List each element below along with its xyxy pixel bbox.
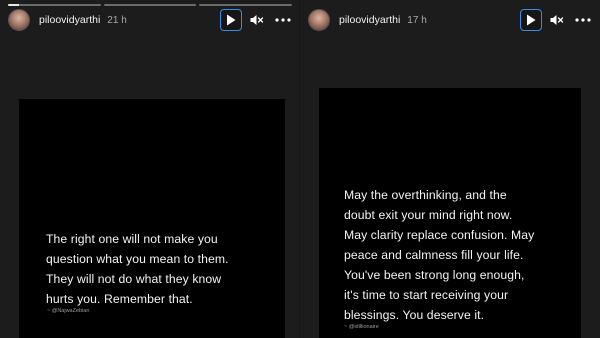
quote-line: May clarity replace confusion. May [344,228,535,242]
quote-text: May the overthinking, and the doubt exit… [344,185,576,325]
timestamp: 21 h [107,14,127,26]
more-horizontal-icon [575,18,591,22]
quote-line: doubt exit your mind right now. [344,208,513,222]
story-header: piloovidyarthi 17 h [308,8,594,32]
quote-line: question what you mean to them. [46,252,229,266]
story-panel-left[interactable]: piloovidyarthi 21 h The right one will n… [0,0,300,338]
progress-segment [8,4,101,6]
more-options-button[interactable] [272,9,294,31]
quote-text: The right one will not make you question… [46,229,276,309]
quote-credit: ~ @NajwaZebian [47,308,90,314]
more-horizontal-icon [275,18,291,22]
play-button[interactable] [520,9,542,31]
username[interactable]: piloovidyarthi [39,14,100,26]
play-button[interactable] [220,9,242,31]
story-header: piloovidyarthi 21 h [8,8,294,32]
quote-line: blessings. You deserve it. [344,308,485,322]
quote-line: They will not do what they know [46,272,222,286]
story-viewer: piloovidyarthi 21 h The right one will n… [0,0,600,338]
progress-segment [199,4,293,6]
avatar[interactable] [8,9,30,31]
story-post[interactable]: May the overthinking, and the doubt exit… [319,88,581,338]
quote-line: The right one will not make you [46,232,218,246]
mute-button[interactable] [546,9,568,31]
play-icon [227,14,236,26]
story-progress-bar [8,4,293,6]
avatar[interactable] [308,9,330,31]
quote-line: peace and calmness fill your life. [344,248,524,262]
quote-line: You've been strong long enough, [344,268,525,282]
progress-segment [103,4,197,6]
speaker-muted-icon [550,15,564,25]
play-icon [527,14,536,26]
quote-line: May the overthinking, and the [344,188,507,202]
speaker-muted-icon [250,15,264,25]
quote-line: it's time to start receiving your [344,288,509,302]
quote-credit: ~ @idillionaire [344,324,379,330]
mute-button[interactable] [246,9,268,31]
more-options-button[interactable] [572,9,594,31]
story-post[interactable]: The right one will not make you question… [19,99,285,338]
timestamp: 17 h [407,14,427,26]
username[interactable]: piloovidyarthi [339,14,400,26]
story-panel-right[interactable]: piloovidyarthi 17 h May the overthinking… [300,0,600,338]
quote-line: hurts you. Remember that. [46,292,193,306]
